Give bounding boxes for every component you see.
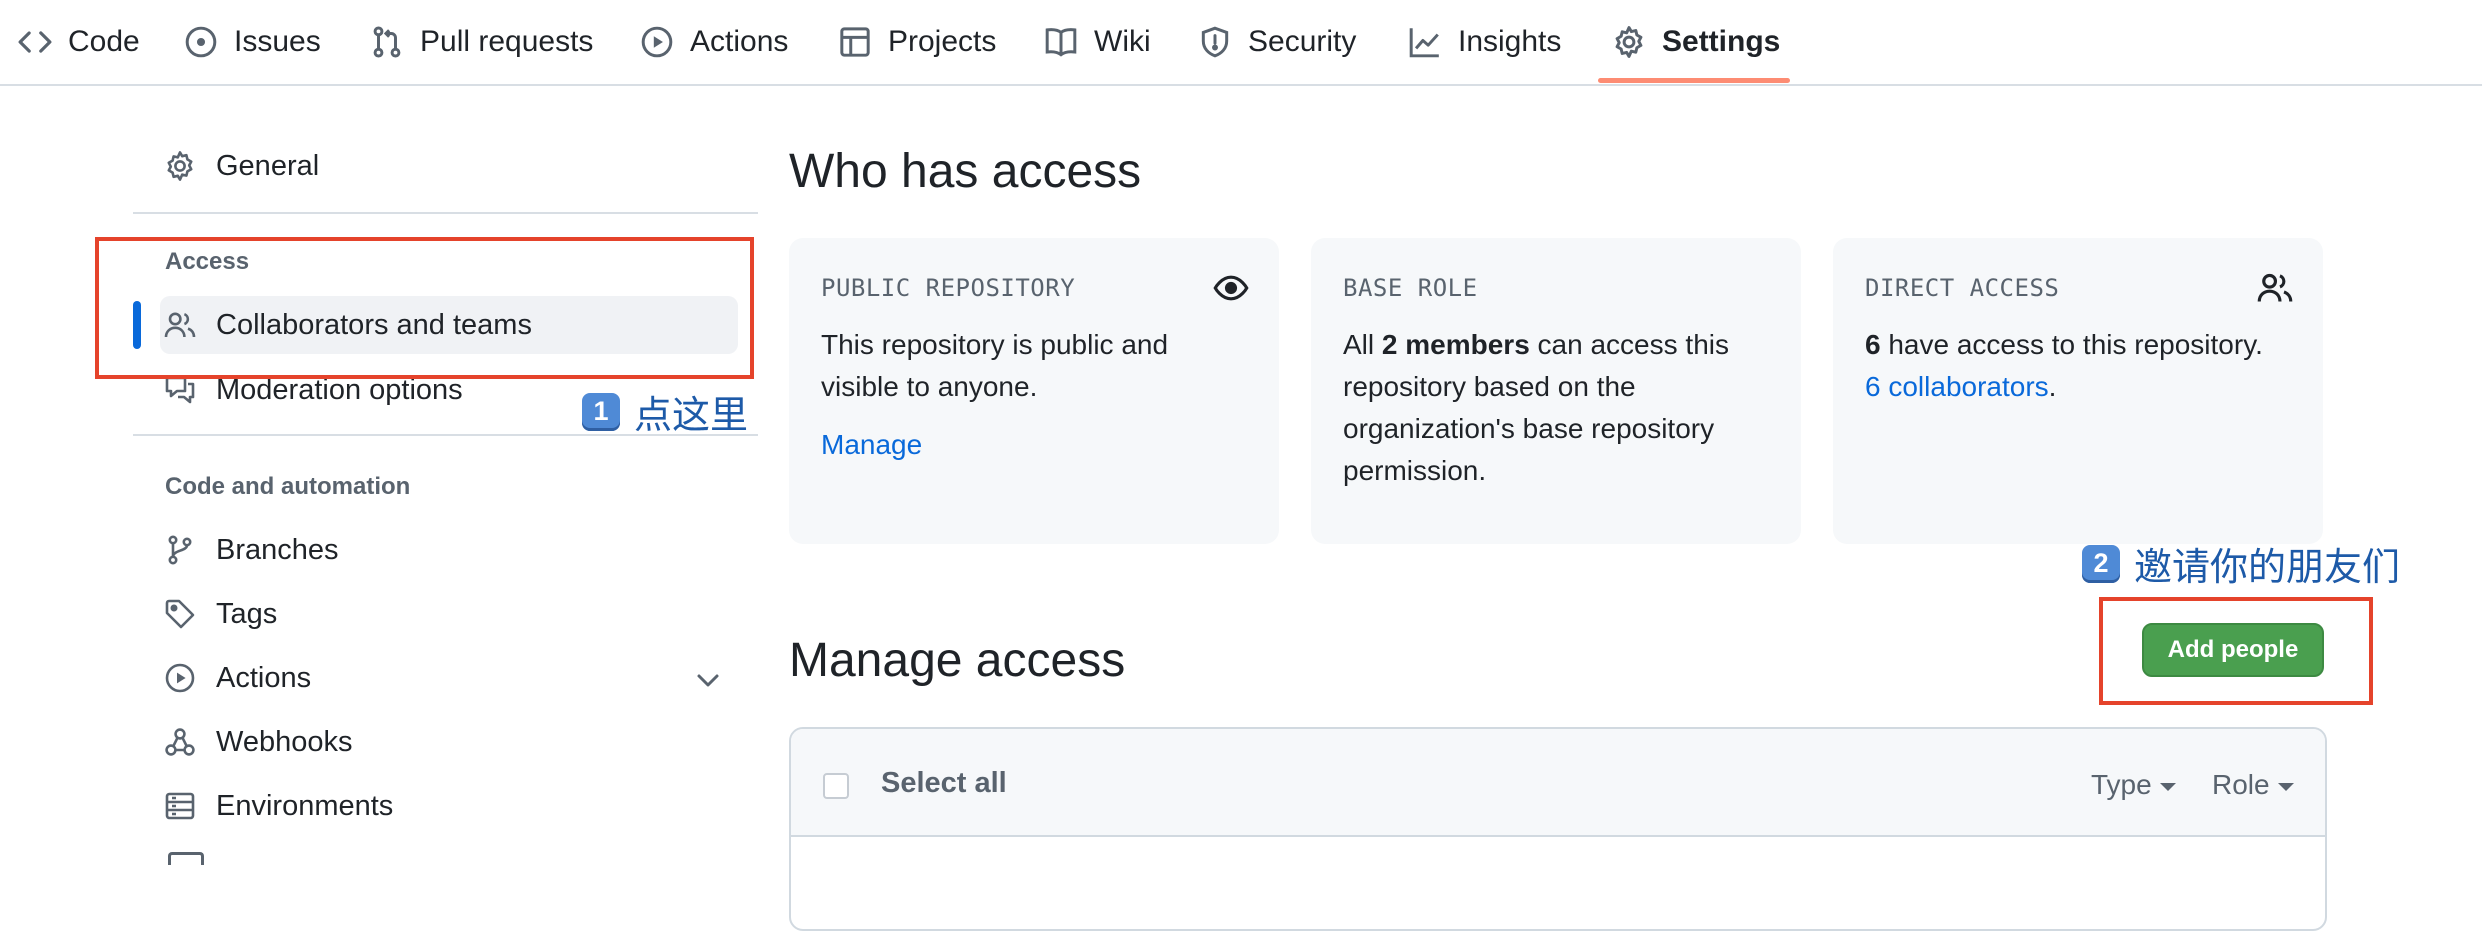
add-people-button[interactable]: Add people: [2142, 623, 2324, 677]
sidebar-heading-automation: Code and automation: [165, 473, 411, 500]
table-icon: [840, 27, 870, 57]
tab-projects[interactable]: Projects: [838, 0, 996, 84]
annotation-text: 点这里: [634, 395, 749, 437]
tab-label: Security: [1248, 25, 1357, 58]
sidebar-item-label: General: [216, 149, 320, 182]
keycap-number: 1: [582, 392, 620, 431]
tab-label: Insights: [1458, 25, 1562, 58]
caret-down-icon: [2277, 783, 2294, 791]
members-count: 2 members: [1381, 329, 1530, 360]
filter-label: Role: [2212, 769, 2270, 800]
tab-label: Actions: [690, 25, 789, 58]
sidebar-item-label: Actions: [216, 661, 312, 694]
eye-icon: [1213, 275, 1249, 301]
table-header: Select all Type Role: [791, 729, 2325, 837]
sidebar-item-environments[interactable]: Environments: [160, 777, 738, 835]
page-title: Who has access: [789, 145, 1142, 198]
collaborators-link[interactable]: 6 collaborators: [1865, 371, 2049, 402]
select-all-checkbox[interactable]: [823, 773, 849, 799]
people-icon: [2257, 273, 2293, 302]
card-label: BASE ROLE: [1343, 274, 1478, 302]
tab-security[interactable]: Security: [1198, 0, 1356, 84]
shield-icon: [1201, 26, 1229, 58]
annotation-step1: 1 点这里: [582, 384, 748, 439]
git-pull-request-icon: [373, 26, 401, 58]
sidebar-item-webhooks[interactable]: Webhooks: [160, 713, 738, 771]
card-label: DIRECT ACCESS: [1865, 274, 2060, 302]
sidebar-divider: [133, 212, 758, 214]
tab-wiki[interactable]: Wiki: [1044, 0, 1151, 84]
card-text: 6 have access to this repository. 6 colla…: [1865, 324, 2293, 408]
text-part: All: [1343, 329, 1382, 360]
sidebar-item-general[interactable]: General: [160, 137, 738, 195]
play-icon: [641, 26, 673, 58]
card-base-role: BASE ROLE All 2 members can access this …: [1311, 238, 1801, 544]
graph-icon: [1409, 28, 1439, 58]
tab-label: Pull requests: [420, 25, 594, 58]
tab-label: Issues: [234, 25, 321, 58]
tab-actions[interactable]: Actions: [640, 0, 788, 84]
caret-down-icon: [2159, 783, 2176, 791]
sidebar-item-label: Tags: [216, 597, 278, 630]
sidebar-item-tags[interactable]: Tags: [160, 585, 738, 643]
access-count: 6: [1865, 329, 1881, 360]
chevron-down-icon[interactable]: [692, 664, 724, 696]
issue-opened-icon: [185, 26, 217, 58]
collaborators-table: Select all Type Role: [789, 727, 2327, 931]
role-filter-dropdown[interactable]: Role: [2212, 769, 2294, 801]
tab-label: Code: [68, 25, 140, 58]
tab-issues[interactable]: Issues: [184, 0, 321, 84]
server-icon: [165, 792, 195, 820]
text-part: .: [2048, 371, 2057, 402]
card-public-repository: PUBLIC REPOSITORY This repository is pub…: [789, 238, 1279, 544]
book-icon: [1045, 28, 1077, 57]
tab-label: Wiki: [1094, 25, 1151, 58]
gear-icon: [167, 151, 193, 181]
repo-nav: Code Issues Pull requests Actions Projec…: [0, 0, 2482, 86]
code-icon: [18, 31, 52, 53]
annotation-step2: 2 邀请你的朋友们: [2082, 536, 2400, 591]
tag-icon: [165, 599, 195, 629]
git-branch-icon: [168, 535, 192, 565]
sidebar-item-label: Webhooks: [216, 725, 353, 758]
card-label: PUBLIC REPOSITORY: [821, 274, 1076, 302]
tab-label: Projects: [888, 25, 997, 58]
keycap-number: 2: [2082, 544, 2120, 583]
card-direct-access: DIRECT ACCESS 6 have access to this repo…: [1833, 238, 2323, 544]
webhook-icon: [165, 728, 195, 756]
active-tab-underline: [1598, 78, 1790, 83]
tab-insights[interactable]: Insights: [1408, 0, 1561, 84]
tab-code[interactable]: Code: [18, 0, 140, 84]
select-all-label: Select all: [881, 767, 1007, 799]
card-text: All 2 members can access this repository…: [1343, 324, 1771, 492]
annotation-box-step1: [95, 237, 754, 379]
sidebar-item-label: Branches: [216, 533, 339, 566]
section-title: Manage access: [789, 634, 1126, 687]
sidebar-item-branches[interactable]: Branches: [160, 521, 738, 579]
server-icon: [168, 852, 204, 865]
gear-icon: [1615, 26, 1643, 58]
play-icon: [165, 663, 195, 693]
annotation-text: 邀请你的朋友们: [2134, 547, 2401, 589]
card-text: This repository is public and visible to…: [821, 329, 1169, 402]
tab-pull-requests[interactable]: Pull requests: [370, 0, 593, 84]
manage-link[interactable]: Manage: [821, 429, 922, 461]
sidebar-item-label: Environments: [216, 789, 394, 822]
text-part: have access to this repository.: [1880, 329, 2263, 360]
filter-label: Type: [2091, 769, 2152, 800]
type-filter-dropdown[interactable]: Type: [2091, 769, 2176, 801]
sidebar-item-actions[interactable]: Actions: [160, 649, 738, 707]
tab-settings[interactable]: Settings: [1612, 0, 1780, 84]
tab-label: Settings: [1662, 25, 1781, 58]
